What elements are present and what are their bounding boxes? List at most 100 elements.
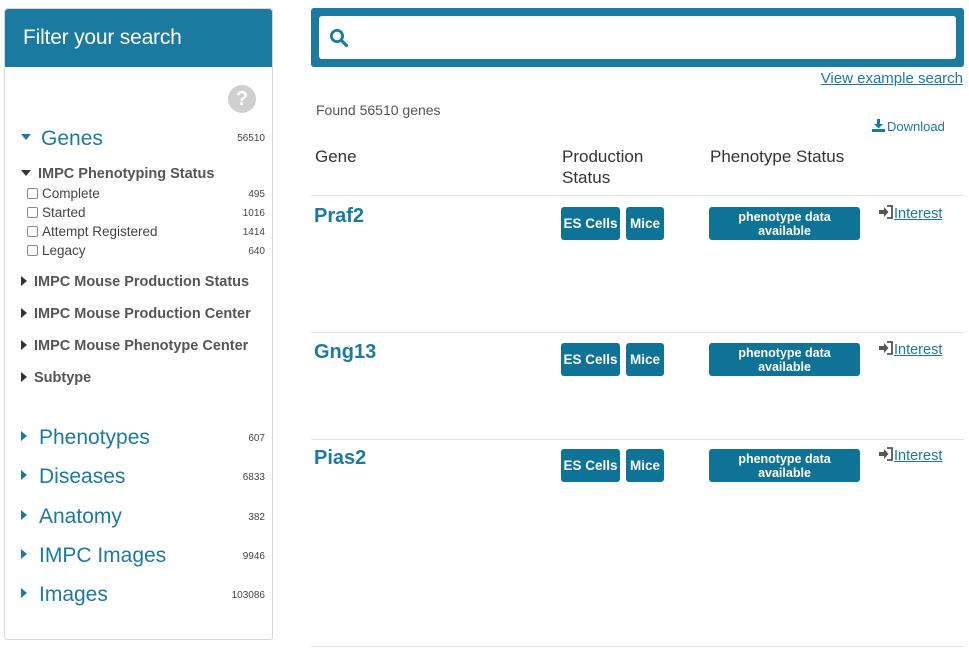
caret-right-icon	[21, 470, 27, 481]
mice-button[interactable]: Mice	[626, 343, 664, 376]
mice-button[interactable]: Mice	[626, 449, 664, 482]
facet-anatomy[interactable]: Anatomy 382	[21, 505, 265, 533]
subfacet-phenotype-center-label: IMPC Mouse Phenotype Center	[34, 338, 249, 354]
facet-genes-count: 56510	[237, 133, 265, 144]
phenotype-data-line2: available	[758, 360, 811, 374]
search-bar	[311, 8, 964, 67]
search-input[interactable]	[359, 22, 949, 52]
column-header-gene: Gene	[315, 147, 357, 166]
column-header-production-line1: Production	[562, 147, 644, 166]
option-complete[interactable]: Complete 495	[27, 186, 265, 204]
option-attempt-registered-label: Attempt Registered	[42, 224, 158, 239]
search-field[interactable]	[319, 16, 956, 59]
caret-down-icon	[21, 134, 31, 141]
download-label: Download	[887, 119, 945, 134]
option-legacy-count: 640	[248, 246, 265, 257]
es-cells-button[interactable]: ES Cells	[561, 449, 620, 482]
option-started[interactable]: Started 1016	[27, 205, 265, 223]
column-header-production: Production Status	[562, 146, 643, 188]
caret-right-icon	[21, 510, 27, 521]
gene-link[interactable]: Gng13	[314, 341, 376, 364]
phenotype-data-line1: phenotype data	[738, 210, 831, 224]
option-legacy-label: Legacy	[42, 243, 86, 258]
facet-anatomy-count: 382	[248, 512, 265, 523]
gene-link[interactable]: Praf2	[314, 205, 364, 228]
interest-link[interactable]: Interest	[879, 205, 943, 222]
phenotype-data-line1: phenotype data	[738, 346, 831, 360]
facet-images-label: Images	[39, 583, 108, 606]
facet-diseases[interactable]: Diseases 6833	[21, 465, 265, 493]
interest-link[interactable]: Interest	[879, 447, 942, 464]
interest-link[interactable]: Interest	[879, 341, 943, 358]
checkbox-complete[interactable]	[27, 187, 38, 199]
option-legacy[interactable]: Legacy 640	[27, 243, 265, 261]
subfacet-production-status-label: IMPC Mouse Production Status	[34, 274, 250, 290]
facet-phenotypes[interactable]: Phenotypes 607	[21, 426, 265, 454]
option-complete-label: Complete	[42, 186, 100, 201]
facet-genes[interactable]: Genes 56510	[21, 127, 265, 155]
search-icon[interactable]	[329, 28, 349, 48]
column-header-production-line2: Status	[562, 168, 611, 187]
phenotype-data-line2: available	[758, 466, 811, 480]
subfacet-subtype-label: Subtype	[34, 370, 92, 386]
interest-label: Interest	[894, 342, 943, 358]
caret-right-icon	[21, 588, 27, 599]
subfacet-phenotyping-status[interactable]: IMPC Phenotyping Status	[21, 166, 214, 182]
sidebar-title: Filter your search	[5, 9, 272, 67]
sign-in-icon	[879, 447, 893, 462]
subfacet-phenotyping-status-label: IMPC Phenotyping Status	[38, 166, 215, 182]
mice-button[interactable]: Mice	[626, 207, 664, 240]
view-example-search-link[interactable]: View example search	[821, 70, 963, 87]
facet-genes-label: Genes	[41, 127, 103, 150]
option-attempt-registered[interactable]: Attempt Registered 1414	[27, 224, 265, 242]
option-complete-count: 495	[248, 189, 265, 200]
checkbox-legacy[interactable]	[27, 244, 38, 256]
phenotype-data-button[interactable]: phenotype data available	[709, 207, 860, 240]
option-attempt-registered-count: 1414	[242, 227, 265, 238]
filter-sidebar: Filter your search ? Genes 56510 IMPC Ph…	[4, 8, 273, 640]
es-cells-button[interactable]: ES Cells	[561, 343, 620, 376]
facet-images-count: 103086	[231, 590, 265, 601]
facet-images[interactable]: Images 103086	[21, 583, 265, 611]
caret-right-icon	[21, 549, 27, 560]
row-divider	[311, 439, 964, 440]
row-divider	[311, 332, 964, 333]
checkbox-started[interactable]	[27, 206, 38, 218]
row-divider	[311, 195, 964, 196]
facet-diseases-count: 6833	[242, 472, 265, 483]
facet-phenotypes-label: Phenotypes	[39, 426, 150, 449]
caret-right-icon	[21, 372, 27, 383]
option-started-count: 1016	[242, 208, 265, 219]
sign-in-icon	[879, 205, 893, 220]
phenotype-data-button[interactable]: phenotype data available	[709, 449, 860, 482]
subfacet-phenotype-center[interactable]: IMPC Mouse Phenotype Center	[21, 338, 248, 354]
subfacet-production-center[interactable]: IMPC Mouse Production Center	[21, 306, 251, 322]
caret-right-icon	[21, 431, 27, 442]
option-started-label: Started	[42, 205, 86, 220]
checkbox-attempt-registered[interactable]	[27, 225, 38, 237]
row-divider	[311, 646, 964, 647]
sign-in-icon	[879, 341, 893, 356]
caret-right-icon	[21, 340, 27, 351]
column-header-phenotype: Phenotype Status	[710, 147, 845, 166]
phenotype-data-button[interactable]: phenotype data available	[709, 343, 860, 376]
interest-label: Interest	[894, 206, 943, 222]
subfacet-subtype[interactable]: Subtype	[21, 370, 91, 386]
caret-down-icon	[21, 170, 31, 177]
facet-impc-images-count: 9946	[242, 551, 265, 562]
facet-anatomy-label: Anatomy	[39, 505, 122, 528]
caret-right-icon	[21, 276, 27, 287]
facet-impc-images-label: IMPC Images	[39, 544, 167, 567]
caret-right-icon	[21, 308, 27, 319]
phenotype-data-line2: available	[758, 224, 811, 238]
subfacet-production-center-label: IMPC Mouse Production Center	[34, 306, 251, 322]
download-icon	[872, 119, 885, 133]
gene-link[interactable]: Pias2	[314, 447, 366, 470]
help-icon[interactable]: ?	[228, 85, 256, 113]
facet-impc-images[interactable]: IMPC Images 9946	[21, 544, 265, 572]
facet-phenotypes-count: 607	[248, 433, 265, 444]
download-link[interactable]: Download	[872, 119, 945, 134]
es-cells-button[interactable]: ES Cells	[561, 207, 620, 240]
subfacet-production-status[interactable]: IMPC Mouse Production Status	[21, 274, 249, 290]
phenotype-data-line1: phenotype data	[738, 452, 831, 466]
